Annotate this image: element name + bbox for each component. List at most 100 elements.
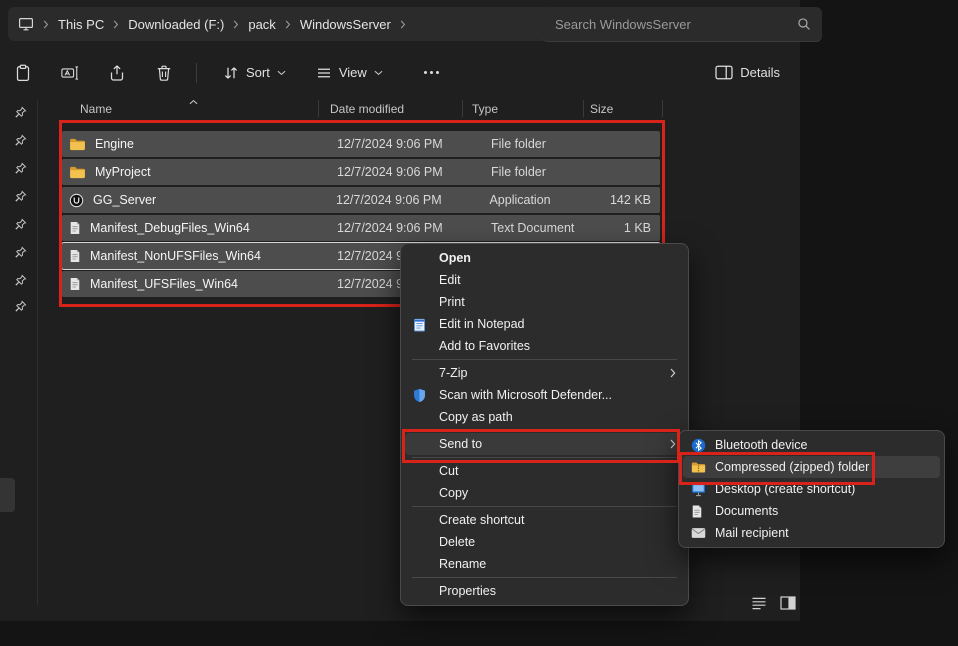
pin-icon[interactable]: [14, 274, 27, 287]
grid-view-toggle[interactable]: [777, 592, 799, 613]
breadcrumb-chevron-icon[interactable]: [400, 20, 406, 29]
menu-item-label: Rename: [439, 557, 486, 571]
pin-icon[interactable]: [14, 106, 27, 119]
menu-item-label: Delete: [439, 535, 475, 549]
menu-separator: [412, 430, 677, 431]
pin-icon[interactable]: [14, 246, 27, 259]
column-header-name[interactable]: Name: [80, 102, 112, 116]
notepad-icon: [413, 317, 426, 332]
search-input[interactable]: [553, 16, 797, 33]
menu-item-label: Open: [439, 251, 471, 265]
file-name: GG_Server: [93, 193, 156, 207]
submenu-item-compressed-zipped-folder[interactable]: Compressed (zipped) folder: [683, 456, 940, 478]
file-row-manifest-debugfiles[interactable]: Manifest_DebugFiles_Win64 12/7/2024 9:06…: [62, 215, 660, 241]
menu-item-edit-in-notepad[interactable]: Edit in Notepad: [405, 313, 684, 335]
menu-item-properties[interactable]: Properties: [405, 580, 684, 602]
column-divider[interactable]: [462, 100, 463, 117]
folder-icon: [69, 138, 86, 151]
menu-item-send-to[interactable]: Send to: [405, 433, 684, 455]
sort-icon: [223, 65, 239, 81]
file-type: File folder: [481, 137, 612, 151]
menu-item-label: Edit: [439, 273, 461, 287]
pin-icon[interactable]: [14, 218, 27, 231]
menu-item-copy[interactable]: Copy: [405, 482, 684, 504]
submenu-item-label: Compressed (zipped) folder: [715, 460, 869, 474]
context-menu: Open Edit Print Edit in Notepad Add to F…: [400, 243, 689, 606]
breadcrumb-chevron-icon[interactable]: [285, 20, 291, 29]
submenu-item-label: Documents: [715, 504, 778, 518]
submenu-icon-slot: [691, 527, 715, 539]
breadcrumb-item-drive[interactable]: Downloaded (F:): [128, 17, 224, 32]
breadcrumb-item-windowsserver[interactable]: WindowsServer: [300, 17, 391, 32]
menu-item-rename[interactable]: Rename: [405, 553, 684, 575]
breadcrumb-chevron-icon[interactable]: [233, 20, 239, 29]
submenu-item-desktop-create-shortcut[interactable]: Desktop (create shortcut): [683, 478, 940, 500]
rename-icon: [61, 64, 79, 82]
nav-pane-scrollbar[interactable]: [37, 100, 38, 605]
more-options-button[interactable]: [415, 58, 449, 88]
submenu-item-mail-recipient[interactable]: Mail recipient: [683, 522, 940, 544]
search-box[interactable]: [542, 7, 822, 42]
file-row-gg-server[interactable]: GG_Server 12/7/2024 9:06 PM Application …: [62, 187, 660, 213]
menu-item-create-shortcut[interactable]: Create shortcut: [405, 509, 684, 531]
pin-icon[interactable]: [14, 134, 27, 147]
file-name-cell: Manifest_UFSFiles_Win64: [62, 277, 325, 291]
breadcrumb[interactable]: This PC Downloaded (F:) pack WindowsServ…: [8, 7, 552, 41]
submenu-item-bluetooth-device[interactable]: Bluetooth device: [683, 434, 940, 456]
details-pane-button[interactable]: Details: [705, 59, 790, 86]
file-name-cell: MyProject: [62, 165, 325, 179]
share-button[interactable]: [102, 58, 132, 88]
view-toggles: [748, 592, 799, 613]
defender-shield-icon: [413, 388, 426, 403]
toolbar: Sort View Details: [0, 48, 808, 97]
submenu-icon-slot: [691, 461, 715, 474]
menu-item-open[interactable]: Open: [405, 247, 684, 269]
file-name: Manifest_NonUFSFiles_Win64: [90, 249, 261, 263]
column-header-size[interactable]: Size: [590, 102, 613, 116]
menu-item-cut[interactable]: Cut: [405, 460, 684, 482]
rename-button[interactable]: [55, 58, 85, 88]
sort-button[interactable]: Sort: [213, 59, 296, 87]
submenu-item-documents[interactable]: Documents: [683, 500, 940, 522]
breadcrumb-item-this-pc[interactable]: This PC: [58, 17, 104, 32]
file-row-myproject[interactable]: MyProject 12/7/2024 9:06 PM File folder: [62, 159, 660, 185]
menu-item-delete[interactable]: Delete: [405, 531, 684, 553]
breadcrumb-chevron-icon[interactable]: [113, 20, 119, 29]
pin-icon[interactable]: [14, 190, 27, 203]
bluetooth-icon: [691, 438, 706, 453]
clipboard-icon: [14, 64, 32, 82]
breadcrumb-item-pack[interactable]: pack: [248, 17, 275, 32]
menu-item-edit[interactable]: Edit: [405, 269, 684, 291]
submenu-item-label: Desktop (create shortcut): [715, 482, 855, 496]
pin-icon[interactable]: [14, 300, 27, 313]
paste-button[interactable]: [8, 58, 38, 88]
nav-pane-peek-item[interactable]: [0, 478, 15, 512]
column-divider[interactable]: [318, 100, 319, 117]
menu-item-7zip[interactable]: 7-Zip: [405, 362, 684, 384]
trash-icon: [155, 64, 173, 82]
menu-item-add-to-favorites[interactable]: Add to Favorites: [405, 335, 684, 357]
delete-button[interactable]: [149, 58, 179, 88]
pin-icon[interactable]: [14, 162, 27, 175]
file-name: Manifest_DebugFiles_Win64: [90, 221, 250, 235]
column-header-date-modified[interactable]: Date modified: [330, 102, 404, 116]
file-date: 12/7/2024 9:06 PM: [325, 221, 481, 235]
file-row-engine[interactable]: Engine 12/7/2024 9:06 PM File folder: [62, 131, 660, 157]
view-button[interactable]: View: [306, 59, 393, 87]
breadcrumb-chevron-icon[interactable]: [43, 20, 49, 29]
column-divider[interactable]: [662, 100, 663, 117]
menu-item-scan-with-defender[interactable]: Scan with Microsoft Defender...: [405, 384, 684, 406]
menu-item-copy-as-path[interactable]: Copy as path: [405, 406, 684, 428]
menu-item-label: Add to Favorites: [439, 339, 530, 353]
text-document-icon: [69, 249, 81, 263]
file-name-cell: Manifest_DebugFiles_Win64: [62, 221, 325, 235]
submenu-item-label: Bluetooth device: [715, 438, 807, 452]
file-type: Text Document: [481, 221, 612, 235]
column-header-type[interactable]: Type: [472, 102, 498, 116]
menu-item-print[interactable]: Print: [405, 291, 684, 313]
column-divider[interactable]: [583, 100, 584, 117]
toolbar-divider: [196, 63, 197, 83]
more-options-icon: [436, 71, 439, 74]
menu-separator: [412, 506, 677, 507]
list-view-toggle[interactable]: [748, 592, 770, 613]
